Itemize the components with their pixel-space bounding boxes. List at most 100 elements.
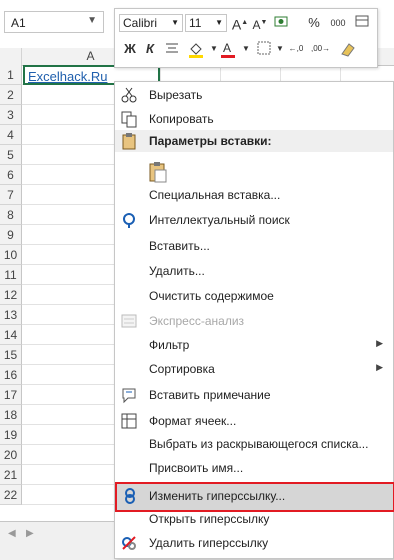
font-name-value: Calibri — [123, 16, 158, 30]
row-header[interactable]: 14 — [0, 325, 22, 345]
menu-item-insert[interactable]: Вставить... — [115, 234, 393, 258]
menu-item-label: Экспресс-анализ — [149, 314, 245, 328]
decrease-font-icon[interactable]: A▼ — [251, 14, 269, 32]
menu-item-define-name[interactable]: Присвоить имя... — [115, 456, 393, 480]
name-box-value: A1 — [11, 16, 26, 30]
submenu-arrow-icon: ▶ — [376, 338, 383, 348]
clipboard-icon — [120, 132, 138, 153]
percent-style-button[interactable]: % — [305, 14, 323, 32]
font-size-select[interactable]: 11 ▼ — [185, 14, 227, 32]
menu-item-quick-analysis: Экспресс-анализ — [115, 309, 393, 333]
row-header[interactable]: 5 — [0, 145, 22, 165]
menu-item-label: Специальная вставка... — [149, 188, 281, 202]
row-header[interactable]: 2 — [0, 85, 22, 105]
row-header[interactable]: 9 — [0, 225, 22, 245]
menu-item-cut[interactable]: Вырезать — [115, 83, 393, 107]
menu-item-smart-lookup[interactable]: Интеллектуальный поиск — [115, 208, 393, 232]
menu-item-filter[interactable]: Фильтр ▶ — [115, 333, 393, 357]
format-painter-icon[interactable] — [353, 14, 371, 32]
menu-item-label: Удалить... — [149, 264, 205, 278]
menu-item-label: Вырезать — [149, 88, 203, 102]
menu-item-label: Присвоить имя... — [149, 461, 244, 475]
row-header[interactable]: 21 — [0, 465, 22, 485]
fill-color-icon[interactable] — [187, 40, 205, 58]
row-header[interactable]: 15 — [0, 345, 22, 365]
menu-item-label: Изменить гиперссылку... — [149, 489, 286, 503]
font-name-select[interactable]: Calibri ▼ — [119, 14, 183, 32]
row-header[interactable]: 1 — [0, 65, 22, 85]
menu-item-label: Открыть гиперссылку — [149, 512, 270, 526]
menu-item-remove-hyperlink[interactable]: Удалить гиперссылку — [115, 531, 393, 555]
row-header[interactable]: 12 — [0, 285, 22, 305]
menu-item-label: Интеллектуальный поиск — [149, 213, 290, 227]
decrease-decimal-icon[interactable]: ,00→ — [311, 40, 330, 58]
row-header[interactable]: 20 — [0, 445, 22, 465]
accounting-format-icon[interactable] — [273, 14, 291, 32]
row-header[interactable]: 18 — [0, 405, 22, 425]
chevron-down-icon: ▼ — [215, 18, 223, 27]
name-box[interactable]: A1 ▼ — [4, 11, 104, 33]
cell-hyperlink-text[interactable]: Excelhack.Ru — [28, 69, 107, 84]
mini-toolbar: Calibri ▼ 11 ▼ A▲ A▼ % 000 Ж К ▼ A ▼ ▼ ←… — [114, 8, 378, 68]
row-header[interactable]: 16 — [0, 365, 22, 385]
comma-style-button[interactable]: 000 — [327, 14, 349, 32]
chevron-down-icon[interactable]: ▼ — [237, 40, 255, 58]
row-header[interactable]: 10 — [0, 245, 22, 265]
paste-options-header: Параметры вставки: — [115, 130, 393, 152]
context-menu: Вырезать Копировать Параметры вставки: С… — [114, 81, 394, 559]
menu-item-label: Вставить примечание — [149, 388, 271, 402]
svg-text:A: A — [223, 41, 231, 55]
format-cells-icon — [120, 412, 138, 430]
scroll-right-icon[interactable]: ▶ — [26, 528, 34, 539]
chevron-down-icon[interactable]: ▼ — [87, 15, 97, 26]
row-header[interactable]: 8 — [0, 205, 22, 225]
row-header[interactable]: 7 — [0, 185, 22, 205]
menu-item-format-cells[interactable]: Формат ячеек... — [115, 409, 393, 433]
paste-button[interactable] — [146, 160, 170, 184]
eraser-icon[interactable] — [339, 40, 357, 58]
unlink-icon — [120, 534, 138, 552]
row-header[interactable]: 22 — [0, 485, 22, 505]
paste-options-label: Параметры вставки: — [149, 134, 272, 148]
menu-item-label: Фильтр — [149, 338, 190, 352]
row-header[interactable]: 11 — [0, 265, 22, 285]
increase-font-icon[interactable]: A▲ — [231, 14, 249, 33]
chevron-down-icon: ▼ — [171, 18, 179, 27]
menu-item-label: Вставить... — [149, 239, 210, 253]
menu-item-label: Копировать — [149, 112, 214, 126]
menu-item-label: Сортировка — [149, 362, 215, 376]
row-header[interactable]: 19 — [0, 425, 22, 445]
copy-icon — [120, 110, 138, 128]
row-header[interactable]: 17 — [0, 385, 22, 405]
increase-decimal-icon[interactable]: ←,0 — [287, 40, 305, 58]
search-icon — [120, 211, 138, 229]
menu-item-insert-comment[interactable]: Вставить примечание — [115, 383, 393, 407]
scissors-icon — [120, 86, 138, 104]
row-header[interactable]: 6 — [0, 165, 22, 185]
font-color-icon[interactable]: A — [219, 40, 237, 58]
menu-item-label: Формат ячеек... — [149, 414, 237, 428]
row-header[interactable]: 13 — [0, 305, 22, 325]
quick-analysis-icon — [120, 312, 138, 330]
menu-item-sort[interactable]: Сортировка ▶ — [115, 357, 393, 381]
menu-item-copy[interactable]: Копировать — [115, 107, 393, 131]
menu-item-open-hyperlink[interactable]: Открыть гиперссылку — [115, 507, 393, 531]
italic-button[interactable]: К — [141, 40, 159, 58]
menu-item-label: Очистить содержимое — [149, 289, 274, 303]
menu-item-pick-from-list[interactable]: Выбрать из раскрывающегося списка... — [115, 432, 393, 456]
row-header[interactable]: 4 — [0, 125, 22, 145]
align-center-icon[interactable] — [163, 40, 181, 58]
submenu-arrow-icon: ▶ — [376, 362, 383, 372]
menu-item-paste-special[interactable]: Специальная вставка... — [115, 183, 393, 207]
bold-button[interactable]: Ж — [121, 40, 139, 58]
menu-item-label: Удалить гиперссылку — [149, 536, 269, 550]
menu-item-label: Выбрать из раскрывающегося списка... — [149, 437, 369, 451]
scroll-left-icon[interactable]: ◀ — [8, 528, 16, 539]
row-header[interactable]: 3 — [0, 105, 22, 125]
link-icon — [121, 487, 139, 508]
select-all-corner[interactable] — [0, 48, 22, 65]
comment-icon — [120, 386, 138, 404]
menu-item-clear-contents[interactable]: Очистить содержимое — [115, 284, 393, 308]
menu-item-delete[interactable]: Удалить... — [115, 259, 393, 283]
font-size-value: 11 — [189, 16, 202, 30]
